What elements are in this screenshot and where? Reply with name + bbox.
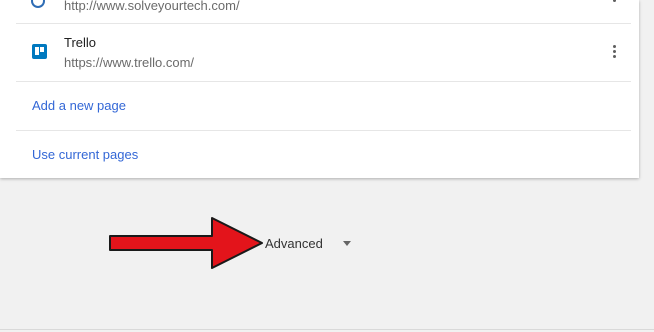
- advanced-toggle[interactable]: Advanced: [265, 236, 323, 251]
- divider: [0, 329, 654, 330]
- red-arrow-icon: [109, 217, 263, 269]
- chevron-down-icon[interactable]: [343, 241, 351, 246]
